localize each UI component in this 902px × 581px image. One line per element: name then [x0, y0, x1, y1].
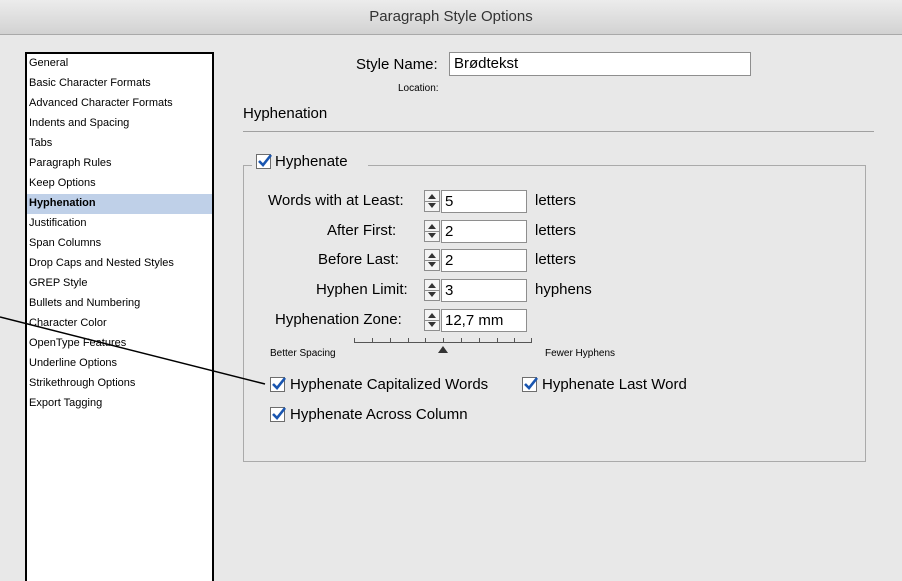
location-label: Location: [398, 83, 439, 94]
sidebar-item[interactable]: Underline Options [27, 354, 212, 374]
title-bar: Paragraph Style Options [0, 0, 902, 35]
sidebar-item[interactable]: Paragraph Rules [27, 154, 212, 174]
sidebar-item[interactable]: OpenType Features [27, 334, 212, 354]
hyphenate-checkbox[interactable] [256, 154, 273, 169]
style-name-label: Style Name: [356, 56, 438, 73]
sidebar-item[interactable]: Advanced Character Formats [27, 94, 212, 114]
hyphenate-last-word-label: Hyphenate Last Word [542, 376, 687, 393]
hyphenate-capitalized-checkbox[interactable] [270, 377, 287, 392]
hyphenation-zone-stepper[interactable] [424, 309, 440, 331]
hyphenate-across-column-checkbox[interactable] [270, 407, 287, 422]
sidebar-item[interactable]: Strikethrough Options [27, 374, 212, 394]
after-first-stepper[interactable] [424, 220, 440, 242]
hyphen-limit-stepper[interactable] [424, 279, 440, 301]
slider-right-label: Fewer Hyphens [545, 348, 616, 359]
sidebar-item[interactable]: Export Tagging [27, 394, 212, 414]
words-input[interactable]: 5 [441, 190, 527, 213]
hyphenation-zone-label: Hyphenation Zone: [275, 311, 402, 328]
hyphenation-zone-input[interactable]: 12,7 mm [441, 309, 527, 332]
before-last-input[interactable]: 2 [441, 249, 527, 272]
sidebar-item[interactable]: Justification [27, 214, 212, 234]
words-label: Words with at Least: [268, 192, 404, 209]
before-last-stepper[interactable] [424, 249, 440, 271]
sidebar-item[interactable]: Character Color [27, 314, 212, 334]
sidebar-item[interactable]: Basic Character Formats [27, 74, 212, 94]
slider-tick [372, 338, 373, 343]
hyphenate-label: Hyphenate [275, 153, 348, 170]
words-stepper[interactable] [424, 190, 440, 212]
style-name-input[interactable]: Brødtekst [449, 52, 751, 76]
before-last-unit: letters [535, 251, 576, 268]
sidebar-item[interactable]: Indents and Spacing [27, 114, 212, 134]
slider-thumb[interactable] [438, 346, 448, 353]
slider-tick [354, 338, 355, 343]
hyphen-limit-unit: hyphens [535, 281, 592, 298]
after-first-label: After First: [327, 222, 397, 239]
category-list[interactable]: General Basic Character Formats Advanced C… [25, 52, 214, 581]
sidebar-item[interactable]: Hyphenation [27, 194, 212, 214]
sidebar-item[interactable]: Keep Options [27, 174, 212, 194]
sidebar-item[interactable]: Bullets and Numbering [27, 294, 212, 314]
sidebar-item[interactable]: Span Columns [27, 234, 212, 254]
sidebar-item[interactable]: Drop Caps and Nested Styles [27, 254, 212, 274]
slider-tick [443, 338, 444, 343]
slider-tick [425, 338, 426, 343]
hyphen-limit-input[interactable]: 3 [441, 279, 527, 302]
sidebar-item[interactable]: Tabs [27, 134, 212, 154]
checkmark-icon [272, 407, 287, 420]
slider-tick [461, 338, 462, 343]
slider-tick [390, 338, 391, 343]
section-divider [243, 131, 874, 132]
before-last-label: Before Last: [318, 251, 399, 268]
slider-tick [514, 338, 515, 343]
hyphenate-capitalized-label: Hyphenate Capitalized Words [290, 376, 489, 393]
slider-tick [479, 338, 480, 343]
hyphen-limit-label: Hyphen Limit: [316, 281, 408, 298]
window-title: Paragraph Style Options [369, 8, 533, 25]
checkmark-icon [272, 377, 287, 390]
sidebar-item[interactable]: General [27, 54, 212, 74]
hyphenate-across-column-label: Hyphenate Across Column [290, 406, 468, 423]
section-title: Hyphenation [243, 105, 328, 122]
slider-tick [408, 338, 409, 343]
sidebar-item[interactable]: GREP Style [27, 274, 212, 294]
after-first-unit: letters [535, 222, 576, 239]
slider-tick [497, 338, 498, 343]
checkmark-icon [258, 154, 273, 167]
slider-tick [531, 338, 532, 343]
hyphenate-last-word-checkbox[interactable] [522, 377, 539, 392]
after-first-input[interactable]: 2 [441, 220, 527, 243]
slider-left-label: Better Spacing [270, 348, 336, 359]
checkmark-icon [524, 377, 539, 390]
words-unit: letters [535, 192, 576, 209]
